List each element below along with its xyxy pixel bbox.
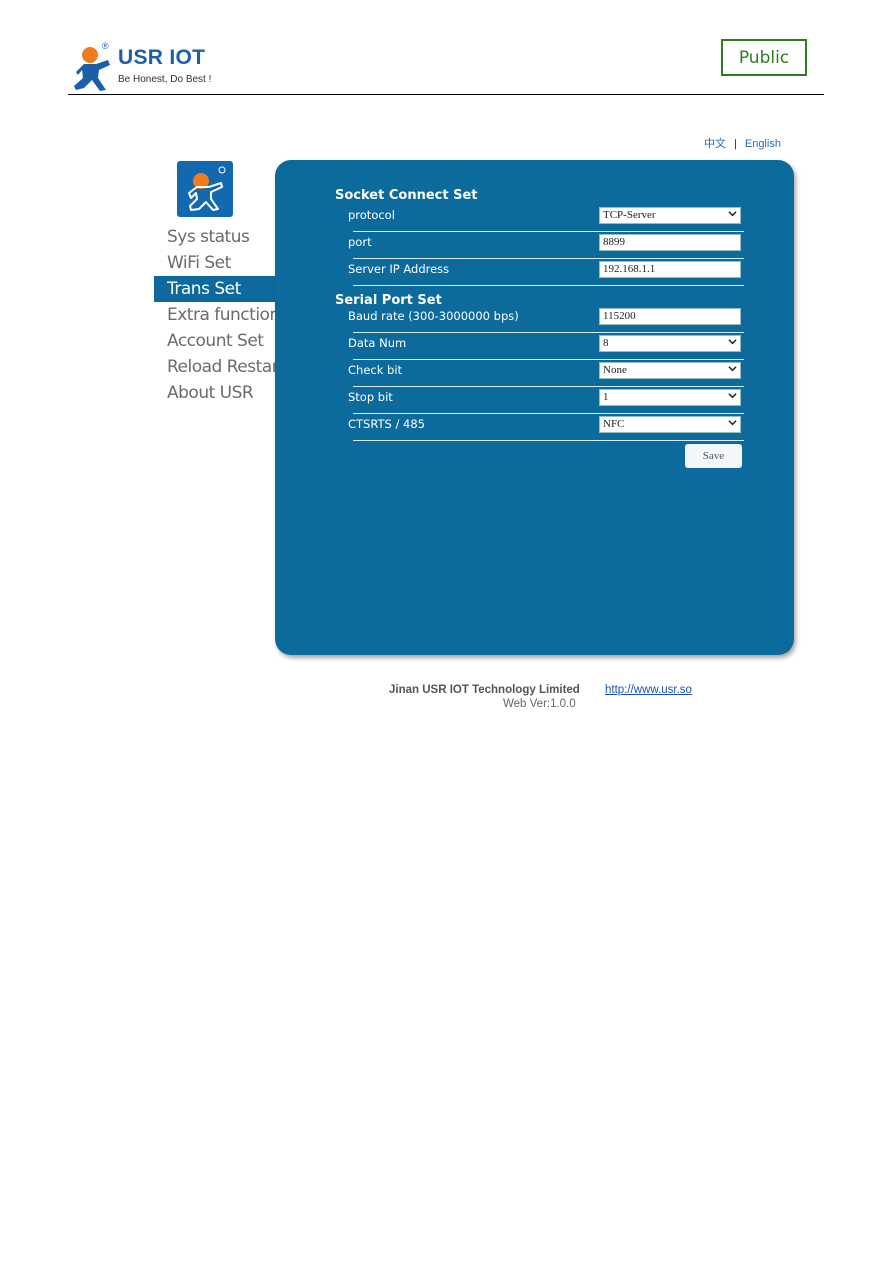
- lang-chinese-link[interactable]: 中文: [704, 138, 726, 150]
- check-bit-value: None: [603, 364, 627, 376]
- chevron-down-icon: [728, 339, 737, 345]
- chevron-down-icon: [728, 420, 737, 426]
- check-bit-row: Check bit None: [348, 360, 744, 387]
- registered-mark: ®: [102, 41, 109, 51]
- language-switcher: 中文 | English: [702, 135, 783, 151]
- baud-rate-label: Baud rate (300-3000000 bps): [348, 309, 519, 323]
- chevron-down-icon: [728, 211, 737, 217]
- chevron-down-icon: [728, 366, 737, 372]
- stop-bit-row: Stop bit 1: [348, 387, 744, 414]
- lang-separator: |: [734, 138, 737, 150]
- server-ip-input[interactable]: 192.168.1.1: [599, 261, 741, 278]
- classification-badge: Public: [721, 39, 807, 76]
- sidebar-item-trans-set[interactable]: Trans Set: [154, 276, 275, 302]
- stop-bit-select[interactable]: 1: [599, 389, 741, 406]
- port-row: port 8899: [348, 232, 744, 259]
- row-divider: [353, 285, 744, 286]
- data-num-select[interactable]: 8: [599, 335, 741, 352]
- row-divider: [353, 440, 744, 441]
- ctsrts-label: CTSRTS / 485: [348, 417, 425, 431]
- ctsrts-row: CTSRTS / 485 NFC: [348, 414, 744, 441]
- footer-version: Web Ver:1.0.0: [503, 698, 576, 710]
- protocol-select[interactable]: TCP-Server: [599, 207, 741, 224]
- data-num-value: 8: [603, 337, 609, 349]
- sidebar-item-sys-status[interactable]: Sys status: [154, 224, 275, 250]
- server-ip-label: Server IP Address: [348, 262, 450, 276]
- usr-mascot-icon: [188, 166, 226, 211]
- ctsrts-select[interactable]: NFC: [599, 416, 741, 433]
- sidebar-menu: Sys status WiFi Set Trans Set Extra func…: [154, 224, 275, 406]
- stop-bit-label: Stop bit: [348, 390, 393, 404]
- trans-set-panel: Socket Connect Set protocol TCP-Server p…: [275, 160, 794, 655]
- sidebar-item-wifi-set[interactable]: WiFi Set: [154, 250, 275, 276]
- sidebar-item-about-usr[interactable]: About USR: [154, 380, 275, 406]
- sidebar-item-extra-function[interactable]: Extra function: [154, 302, 275, 328]
- data-num-row: Data Num 8: [348, 333, 744, 360]
- sidebar-item-account-set[interactable]: Account Set: [154, 328, 275, 354]
- protocol-row: protocol TCP-Server: [348, 205, 744, 232]
- socket-section-title: Socket Connect Set: [335, 188, 478, 203]
- chevron-down-icon: [728, 393, 737, 399]
- sidebar-logo: [177, 161, 233, 217]
- ctsrts-value: NFC: [603, 418, 625, 430]
- baud-rate-row: Baud rate (300-3000000 bps) 115200: [348, 306, 744, 333]
- check-bit-label: Check bit: [348, 363, 403, 377]
- check-bit-select[interactable]: None: [599, 362, 741, 379]
- protocol-value: TCP-Server: [603, 209, 656, 221]
- header-divider: [68, 94, 824, 95]
- lang-english-link[interactable]: English: [745, 138, 781, 150]
- footer-company: Jinan USR IOT Technology Limited: [389, 684, 580, 696]
- save-button[interactable]: Save: [685, 444, 742, 468]
- sidebar-item-reload-restart[interactable]: Reload Restar: [154, 354, 275, 380]
- server-ip-row: Server IP Address 192.168.1.1: [348, 259, 744, 286]
- brand-name: USR IOT: [118, 46, 206, 69]
- brand-tagline: Be Honest, Do Best !: [118, 74, 212, 85]
- port-label: port: [348, 235, 372, 249]
- protocol-label: protocol: [348, 208, 395, 222]
- data-num-label: Data Num: [348, 336, 407, 350]
- footer-website-link[interactable]: http://www.usr.so: [605, 684, 692, 696]
- baud-rate-input[interactable]: 115200: [599, 308, 741, 325]
- stop-bit-value: 1: [603, 391, 609, 403]
- port-input[interactable]: 8899: [599, 234, 741, 251]
- usr-iot-logo: ® USR IOT Be Honest, Do Best !: [68, 41, 218, 92]
